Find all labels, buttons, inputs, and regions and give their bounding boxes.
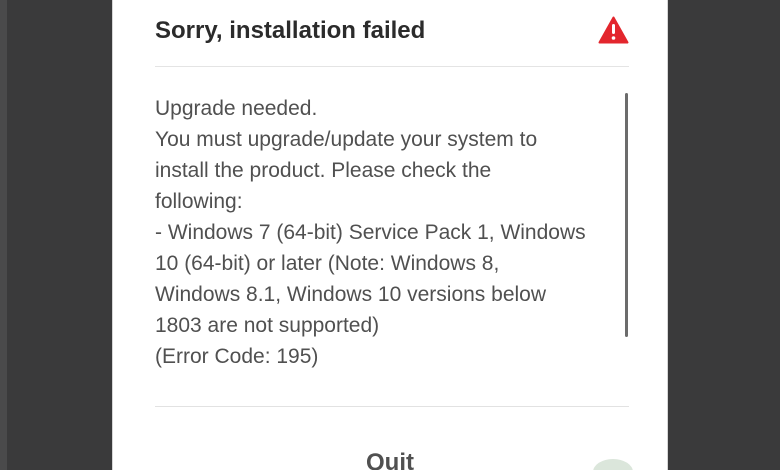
footer-divider	[155, 406, 629, 407]
left-window-edge	[0, 0, 7, 470]
warning-triangle-icon	[598, 16, 629, 44]
message-line-upgrade-needed: Upgrade needed.	[155, 97, 318, 120]
message-scroll-area[interactable]: Upgrade needed. You must upgrade/update …	[155, 93, 629, 380]
message-line-upgrade-instruction: You must upgrade/update your system to	[155, 128, 538, 151]
message-line-windows-8-1: Windows 8.1, Windows 10 versions below	[155, 283, 547, 306]
quit-button[interactable]: Quit	[295, 440, 485, 470]
message-line-windows-7: - Windows 7 (64-bit) Service Pack 1, Win…	[155, 221, 586, 244]
dialog-title: Sorry, installation failed	[155, 17, 426, 44]
message-scrollbar-thumb[interactable]	[625, 93, 628, 337]
message-line-unsupported-versions: 1803 are not supported)	[155, 314, 380, 337]
dialog-header: Sorry, installation failed	[155, 0, 629, 67]
screen-background: Sorry, installation failed Upgrade neede…	[0, 0, 780, 470]
message-scrollbar[interactable]	[625, 93, 628, 380]
error-message: Upgrade needed. You must upgrade/update …	[155, 93, 610, 372]
message-line-install-product: install the product. Please check the	[155, 159, 492, 182]
installation-error-dialog: Sorry, installation failed Upgrade neede…	[112, 0, 668, 470]
message-line-windows-10: 10 (64-bit) or later (Note: Windows 8,	[155, 252, 500, 275]
message-line-following: following:	[155, 190, 243, 213]
error-code: (Error Code: 195)	[155, 345, 319, 368]
